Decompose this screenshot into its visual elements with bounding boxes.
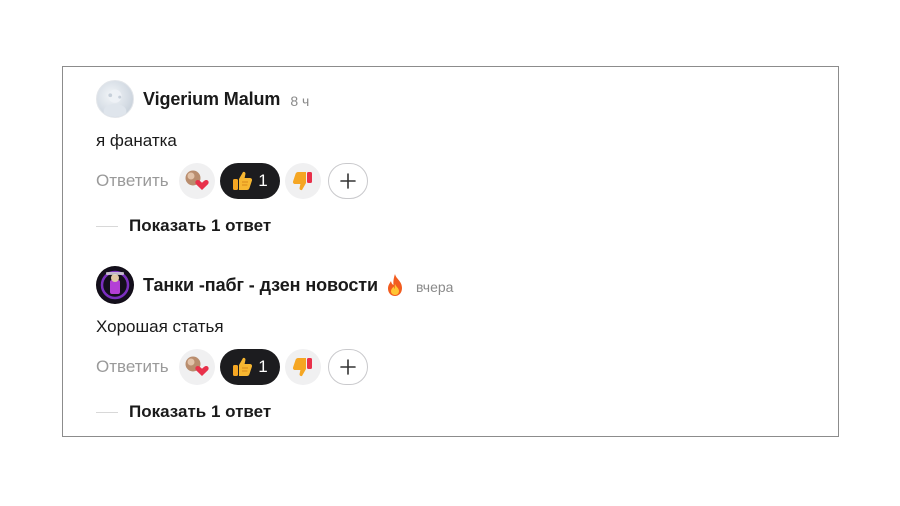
like-count: 1 — [258, 357, 268, 376]
comment-text: я фанатка — [96, 131, 177, 150]
like-button[interactable]: 1 — [219, 163, 280, 199]
comment-actions: Ответить 1 — [96, 348, 796, 386]
add-reaction-button[interactable] — [327, 163, 368, 199]
author-name[interactable]: Танки -пабг - дзен новости — [143, 275, 378, 296]
plus-icon — [339, 173, 356, 189]
thumbs-down-icon — [292, 358, 312, 377]
comment-actions: Ответить 1 — [96, 162, 796, 200]
reply-button[interactable]: Ответить — [96, 171, 169, 191]
comment: Vigerium Malum 8 ч я фанатка Ответить 1 — [96, 80, 796, 238]
show-replies-label: Показать 1 ответ — [129, 216, 272, 235]
show-replies-button[interactable]: Показать 1 ответ — [96, 400, 796, 424]
avatar[interactable] — [96, 266, 134, 304]
avatar-image — [97, 267, 133, 303]
divider — [96, 225, 118, 227]
add-reaction-button[interactable] — [327, 349, 368, 385]
comment-text: Хорошая статья — [96, 317, 224, 336]
dislike-button[interactable] — [284, 163, 321, 199]
comment-header: Vigerium Malum 8 ч — [96, 80, 796, 118]
fire-icon — [384, 273, 406, 297]
like-button[interactable]: 1 — [219, 349, 280, 385]
comment-time: вчера — [415, 278, 454, 295]
dislike-button[interactable] — [284, 349, 321, 385]
thumbs-up-icon — [232, 171, 252, 190]
divider — [96, 411, 118, 413]
author-name[interactable]: Vigerium Malum — [143, 89, 280, 110]
thumbs-up-icon — [232, 357, 252, 376]
reaction-heart-button[interactable] — [178, 349, 215, 385]
comment: Танки -пабг - дзен новости вчера Хорошая… — [96, 266, 796, 424]
avatar[interactable] — [96, 80, 134, 118]
show-replies-button[interactable]: Показать 1 ответ — [96, 214, 796, 238]
comments-panel: Vigerium Malum 8 ч я фанатка Ответить 1 — [62, 66, 839, 437]
like-count: 1 — [258, 171, 268, 190]
heart-reaction-icon — [185, 170, 209, 190]
reply-button[interactable]: Ответить — [96, 357, 169, 377]
plus-icon — [339, 359, 356, 375]
thumbs-down-icon — [292, 172, 312, 191]
reaction-heart-button[interactable] — [178, 163, 215, 199]
show-replies-label: Показать 1 ответ — [129, 402, 272, 421]
comment-header: Танки -пабг - дзен новости вчера — [96, 266, 796, 304]
heart-reaction-icon — [185, 356, 209, 376]
avatar-image — [103, 89, 127, 117]
comment-time: 8 ч — [290, 92, 310, 109]
